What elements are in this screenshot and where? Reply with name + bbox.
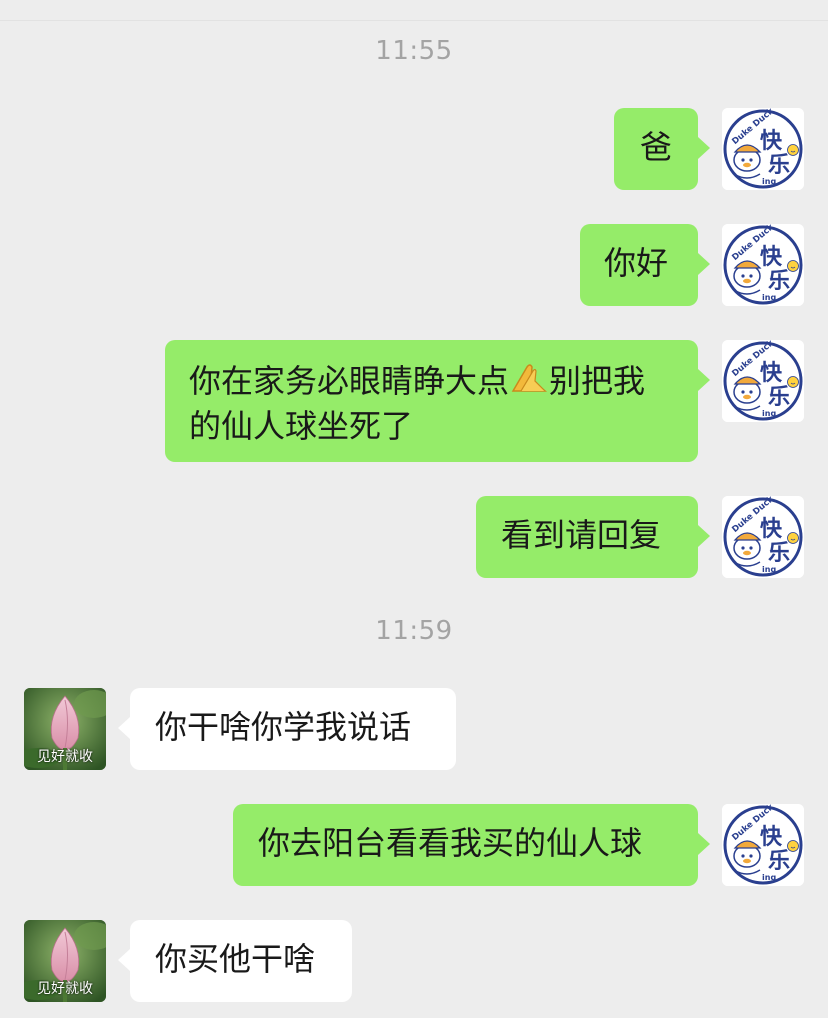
top-divider: [0, 0, 828, 21]
svg-text:快: 快: [760, 245, 783, 270]
praying-hands-icon: [509, 361, 549, 405]
bubble-tail: [118, 717, 130, 739]
svg-text:快: 快: [760, 129, 783, 154]
svg-text:乐: 乐: [768, 269, 790, 294]
message-bubble-outgoing[interactable]: 你在家务必眼睛睁大点 别把我 的仙人球坐死了: [165, 340, 698, 462]
self-avatar[interactable]: Duke Duck 快 乐 ing: [722, 496, 804, 578]
svg-text:ing: ing: [762, 873, 776, 882]
message-bubble-outgoing[interactable]: 你去阳台看看我买的仙人球: [233, 804, 698, 886]
duck-avatar-icon: Duke Duck 快 乐 ing: [722, 340, 804, 422]
message-text: 你买他干啥: [155, 940, 316, 978]
timestamp: 11:55: [375, 36, 453, 66]
bubble-tail: [698, 253, 710, 275]
svg-text:ing: ing: [762, 177, 776, 186]
message-bubble-outgoing[interactable]: 你好: [580, 224, 698, 306]
duck-avatar-icon: Duke Duck 快 乐 ing: [722, 108, 804, 190]
bubble-tail: [698, 369, 710, 391]
self-avatar[interactable]: Duke Duck 快 乐 ing: [722, 804, 804, 886]
svg-text:ing: ing: [762, 409, 776, 418]
self-avatar[interactable]: Duke Duck 快 乐 ing: [722, 340, 804, 422]
timestamp: 11:59: [375, 616, 453, 646]
message-text: 你干啥你学我说话: [155, 708, 412, 746]
message-text: 你好: [604, 244, 669, 282]
duck-avatar-icon: Duke Duck 快 乐 ing: [722, 224, 804, 306]
message-line: 你在家务必眼睛睁大点 别把我: [189, 360, 698, 405]
duck-avatar-icon: Duke Duck 快 乐 ing: [722, 804, 804, 886]
peer-avatar[interactable]: 见好就收: [24, 920, 106, 1002]
avatar-caption: 见好就收: [37, 981, 93, 997]
message-bubble-outgoing[interactable]: 爸: [614, 108, 698, 190]
svg-text:快: 快: [760, 361, 783, 386]
message-text: 爸: [640, 128, 673, 166]
message-text: 的仙人球坐死了: [189, 407, 414, 445]
svg-text:乐: 乐: [768, 153, 790, 178]
message-text: 你去阳台看看我买的仙人球: [258, 824, 643, 862]
message-bubble-incoming[interactable]: 你干啥你学我说话: [130, 688, 456, 770]
self-avatar[interactable]: Duke Duck 快 乐 ing: [722, 224, 804, 306]
bubble-tail: [698, 137, 710, 159]
svg-text:乐: 乐: [768, 385, 790, 410]
svg-text:乐: 乐: [768, 541, 790, 566]
svg-text:ing: ing: [762, 565, 776, 574]
message-bubble-outgoing[interactable]: 看到请回复: [476, 496, 698, 578]
bubble-tail: [698, 833, 710, 855]
svg-text:快: 快: [760, 517, 783, 542]
peer-avatar[interactable]: 见好就收: [24, 688, 106, 770]
self-avatar[interactable]: Duke Duck 快 乐 ing: [722, 108, 804, 190]
svg-text:快: 快: [760, 825, 783, 850]
message-text: 看到请回复: [501, 516, 662, 554]
duck-avatar-icon: Duke Duck 快 乐 ing: [722, 496, 804, 578]
avatar-caption: 见好就收: [37, 749, 93, 765]
bubble-tail: [118, 949, 130, 971]
message-bubble-incoming[interactable]: 你买他干啥: [130, 920, 352, 1002]
message-text: 别把我: [549, 362, 646, 400]
svg-text:ing: ing: [762, 293, 776, 302]
bubble-tail: [698, 525, 710, 547]
message-text: 你在家务必眼睛睁大点: [189, 362, 510, 400]
svg-text:乐: 乐: [768, 849, 790, 874]
